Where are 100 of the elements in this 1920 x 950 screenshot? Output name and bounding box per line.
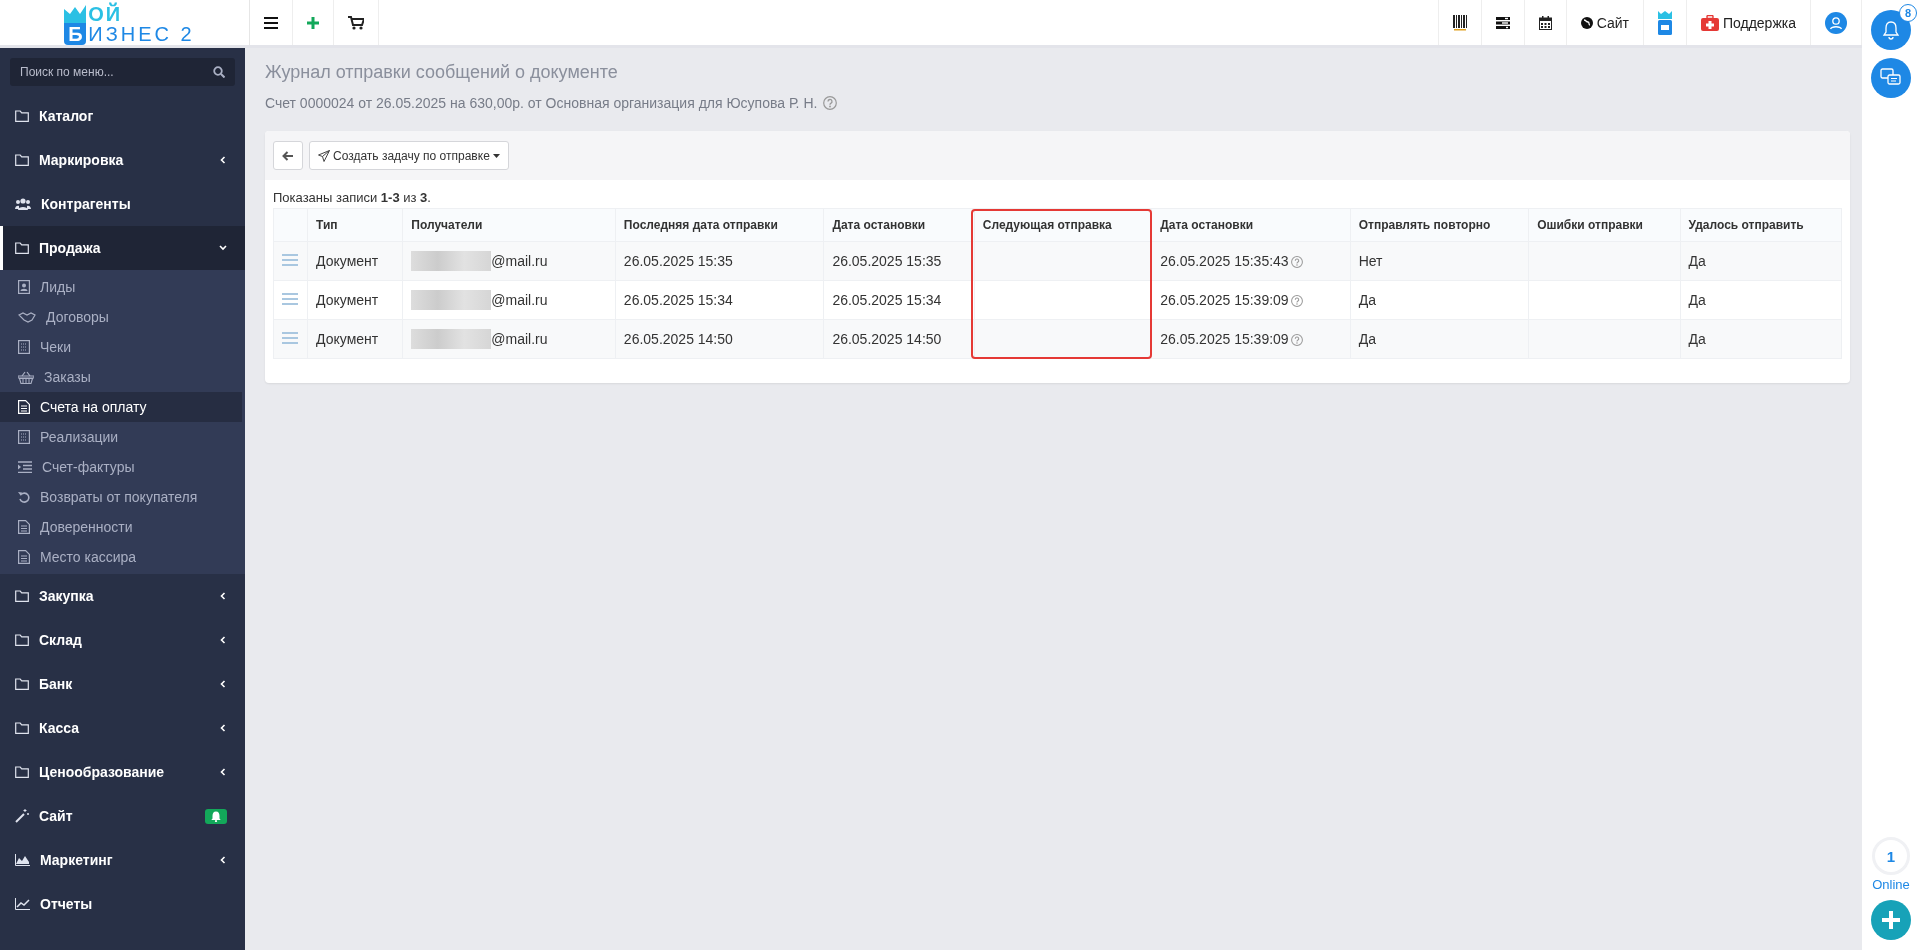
folder-icon	[15, 590, 29, 602]
table-cell: @mail.ru	[491, 292, 548, 308]
app-icon	[1657, 10, 1672, 35]
help-icon[interactable]	[823, 96, 838, 110]
column-header[interactable]: Последняя дата отправки	[615, 208, 824, 242]
page-subtitle: Счет 0000024 от 26.05.2025 на 630,00р. от Основная организация для Юсупова Р. Н.	[265, 95, 818, 111]
calendar-icon	[1538, 15, 1552, 30]
chat-button[interactable]	[1871, 58, 1911, 98]
help-icon[interactable]	[1290, 295, 1303, 308]
table-cell: 26.05.2025 14:50	[615, 319, 824, 359]
menu-item[interactable]: Маркировка	[0, 138, 245, 182]
table-cell: 26.05.2025 14:50	[823, 319, 975, 359]
table-cell: Да	[1350, 280, 1529, 320]
menu-item[interactable]: Отчеты	[0, 882, 245, 926]
table-cell: Документ	[307, 241, 403, 281]
table-cell: 26.05.2025 15:39:09	[1160, 292, 1289, 308]
first-aid-kit-icon	[1700, 14, 1719, 31]
table-cell: Нет	[1350, 241, 1529, 281]
folder-icon	[15, 154, 29, 166]
menu-item[interactable]: Сайт	[0, 794, 245, 838]
menu-item[interactable]: Банк	[0, 662, 245, 706]
submenu-item[interactable]: Чеки	[0, 332, 242, 362]
barcode-icon	[1452, 14, 1467, 31]
contact-card-icon	[18, 280, 30, 294]
submenu-item[interactable]: Доверенности	[0, 512, 242, 542]
column-header[interactable]: Тип	[307, 208, 403, 242]
magic-wand-icon	[15, 809, 29, 823]
submenu-item[interactable]: Реализации	[0, 422, 242, 452]
list-icon	[1495, 16, 1510, 29]
submenu-item[interactable]: Договоры	[0, 302, 242, 332]
document-icon	[18, 550, 30, 564]
folder-icon	[15, 242, 29, 254]
arrow-left-icon	[282, 150, 294, 161]
help-icon[interactable]	[1290, 256, 1303, 269]
table-cell: Да	[1680, 319, 1842, 359]
menu-item[interactable]: Продажа	[0, 226, 245, 270]
drag-handle-icon[interactable]	[282, 293, 298, 305]
submenu-item[interactable]: Счета на оплату	[0, 392, 242, 422]
column-header[interactable]: Дата остановки	[1151, 208, 1351, 242]
table-cell: 26.05.2025 15:35	[615, 241, 824, 281]
basket-icon	[18, 370, 34, 384]
help-icon[interactable]	[1290, 334, 1303, 347]
users-icon	[15, 198, 31, 210]
bell-icon	[1881, 20, 1901, 40]
online-count: 1	[1872, 837, 1910, 875]
menu-item[interactable]: Касса	[0, 706, 245, 750]
area-chart-icon	[15, 854, 30, 866]
mountain-icon	[64, 4, 87, 23]
logo[interactable]: ОЙ Б ИЗНЕС 2	[54, 4, 195, 45]
menu-item[interactable]: Ценообразование	[0, 750, 245, 794]
table-cell: @mail.ru	[491, 331, 548, 347]
line-chart-icon	[15, 898, 30, 910]
column-header[interactable]: Отправлять повторно	[1350, 208, 1529, 242]
add-button[interactable]	[1871, 900, 1911, 940]
menu-item[interactable]: Склад	[0, 618, 245, 662]
menu-search-field[interactable]: Поиск по меню...	[10, 58, 235, 86]
submenu-item[interactable]: Место кассира	[0, 542, 242, 572]
table-cell: Да	[1680, 280, 1842, 320]
document-icon	[18, 520, 30, 534]
online-label: Online	[1872, 877, 1910, 892]
search-icon	[213, 66, 225, 78]
submenu-item[interactable]: Счет-фактуры	[0, 452, 242, 482]
folder-icon	[15, 634, 29, 646]
table-cell: 26.05.2025 15:35:43	[1160, 253, 1289, 269]
column-header[interactable]: Получатели	[402, 208, 616, 242]
table-cell: 26.05.2025 15:35	[823, 241, 975, 281]
paper-plane-icon	[318, 149, 330, 162]
submenu-item[interactable]: Заказы	[0, 362, 242, 392]
create-task-button[interactable]: Создать задачу по отправке	[309, 141, 509, 170]
chat-icon	[1880, 68, 1902, 88]
menu-item[interactable]: Закупка	[0, 574, 245, 618]
table-cell: 26.05.2025 15:34	[615, 280, 824, 320]
plus-icon	[1882, 911, 1900, 929]
undo-icon	[18, 491, 30, 503]
folder-icon	[15, 722, 29, 734]
receipt-icon	[18, 430, 30, 444]
document-icon	[18, 400, 30, 414]
notifications-button[interactable]	[1871, 10, 1911, 50]
menu-item[interactable]: Контрагенты	[0, 182, 245, 226]
submenu-item[interactable]: Возвраты от покупателя	[0, 482, 242, 512]
submenu-item[interactable]: Лиды	[0, 272, 242, 302]
receipt-icon	[18, 340, 30, 354]
table-cell: 26.05.2025 15:39:09	[1160, 331, 1289, 347]
back-button[interactable]	[273, 141, 303, 170]
menu-item[interactable]: Маркетинг	[0, 838, 245, 882]
column-header[interactable]: Удалось отправить	[1680, 208, 1842, 242]
drag-handle-icon[interactable]	[282, 332, 298, 344]
drag-handle-icon[interactable]	[282, 254, 298, 266]
menu-item[interactable]: Каталог	[0, 94, 245, 138]
table-cell: Да	[1350, 319, 1529, 359]
table-cell: Документ	[307, 319, 403, 359]
notification-count-badge: 8	[1899, 4, 1917, 22]
folder-icon	[15, 766, 29, 778]
table-cell: @mail.ru	[491, 253, 548, 269]
column-header[interactable]: Дата остановки	[823, 208, 975, 242]
caret-icon	[492, 153, 500, 158]
menu-icon	[264, 16, 278, 29]
folder-icon	[15, 110, 29, 122]
column-header[interactable]: Следующая отправка	[974, 208, 1152, 242]
column-header[interactable]: Ошибки отправки	[1528, 208, 1680, 242]
